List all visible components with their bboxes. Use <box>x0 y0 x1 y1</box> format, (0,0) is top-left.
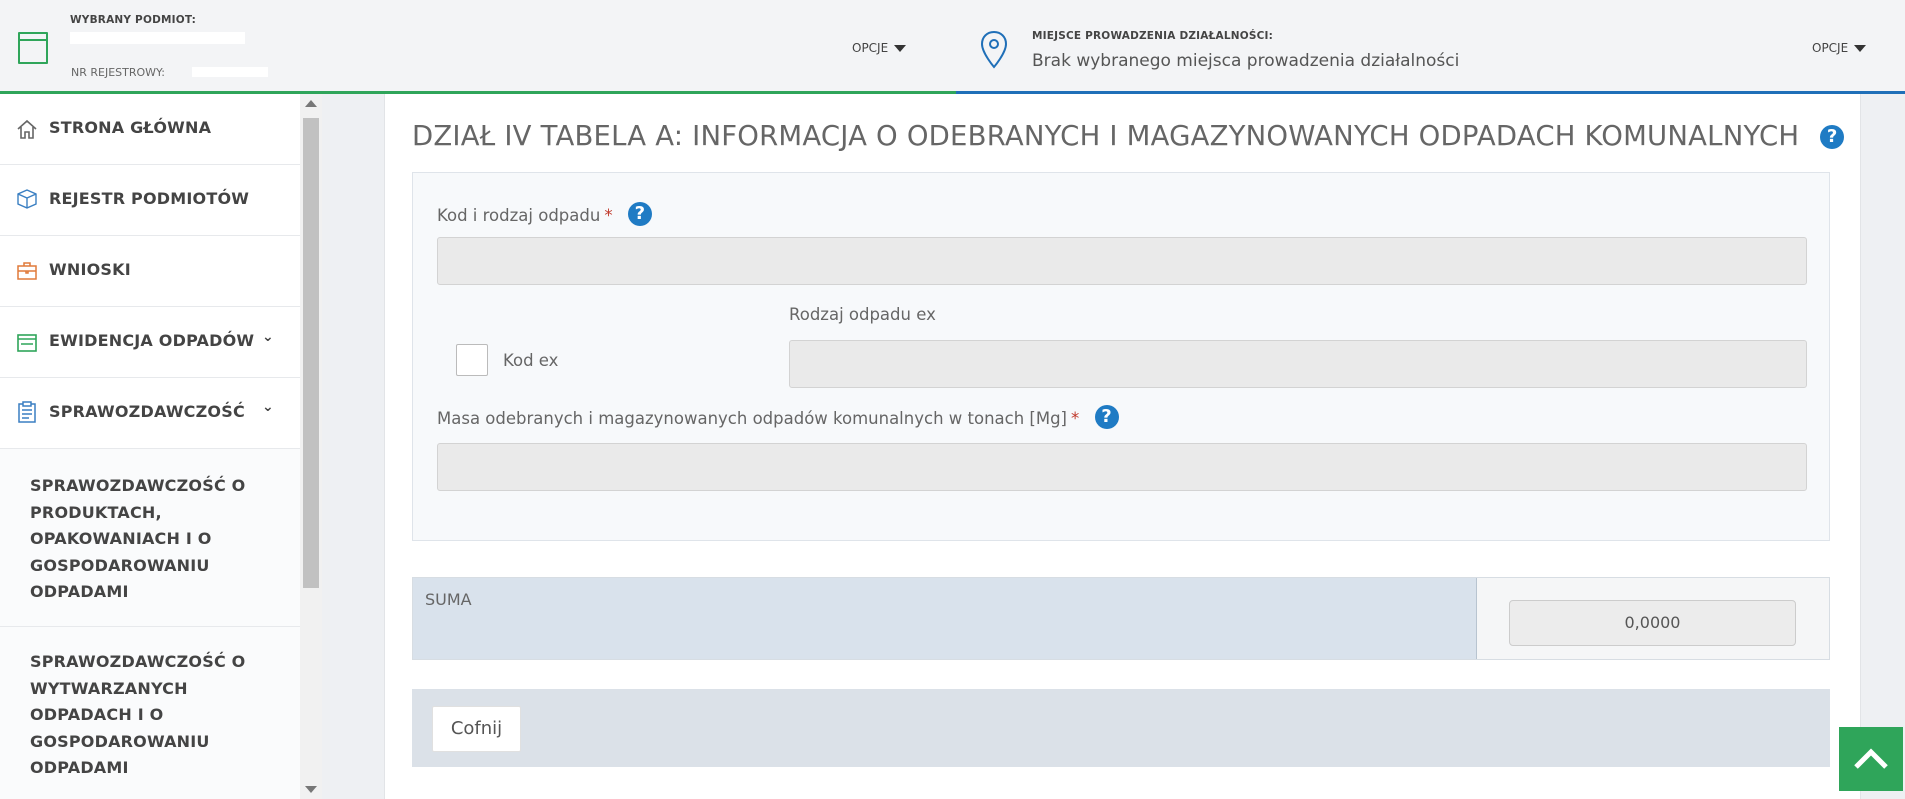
sidebar-item-label: STRONA GŁÓWNA <box>49 118 212 137</box>
sidebar-item-waste-records[interactable]: EWIDENCJA ODPADÓW ⌄ <box>0 307 300 378</box>
scrollbar-thumb[interactable] <box>303 118 319 588</box>
main-panel: DZIAŁ IV TABELA A: INFORMACJA O ODEBRANY… <box>384 94 1861 799</box>
business-location-value: Brak wybranego miejsca prowadzenia dział… <box>1032 51 1460 71</box>
top-bar: WYBRANY PODMIOT: NR REJESTROWY: OPCJE MI… <box>0 0 1905 94</box>
sidebar-item-applications[interactable]: WNIOSKI <box>0 236 300 307</box>
business-location-label: MIEJSCE PROWADZENIA DZIAŁALNOŚCI: <box>1032 30 1274 42</box>
waste-code-input[interactable] <box>437 237 1807 285</box>
kod-ex-checkbox[interactable] <box>456 344 488 376</box>
mass-label-text: Masa odebranych i magazynowanych odpadów… <box>437 409 1067 428</box>
selected-subject-panel: WYBRANY PODMIOT: NR REJESTROWY: OPCJE <box>0 10 956 94</box>
briefcase-icon <box>17 262 37 280</box>
form-actions-bar: Cofnij <box>412 689 1830 767</box>
sum-row: SUMA 0,0000 <box>412 577 1830 660</box>
waste-form: Kod i rodzaj odpadu * ? Rodzaj odpadu ex … <box>412 172 1830 541</box>
sidebar-subitem-label: SPRAWOZDAWCZOŚĆ O WYTWARZANYCH ODPADACH … <box>30 652 246 777</box>
kod-ex-label: Kod ex <box>503 351 559 370</box>
waste-code-label: Kod i rodzaj odpadu * ? <box>437 201 652 226</box>
register-number-label: NR REJESTROWY: <box>71 66 165 79</box>
mass-input[interactable] <box>437 443 1807 491</box>
sidebar-item-label: WNIOSKI <box>49 260 131 279</box>
entity-card-icon <box>18 32 48 64</box>
help-icon[interactable]: ? <box>1094 404 1119 429</box>
waste-code-label-text: Kod i rodzaj odpadu <box>437 206 601 225</box>
required-mark: * <box>604 206 613 225</box>
sidebar: STRONA GŁÓWNA REJESTR PODMIOTÓW WNIOSKI … <box>0 94 300 799</box>
scroll-to-top-button[interactable] <box>1839 727 1903 791</box>
selected-subject-label: WYBRANY PODMIOT: <box>70 14 197 26</box>
chevron-up-icon <box>1854 748 1888 769</box>
location-options-label: OPCJE <box>1812 41 1849 55</box>
help-icon[interactable]: ? <box>1820 125 1845 149</box>
ex-waste-type-label: Rodzaj odpadu ex <box>789 305 936 324</box>
mass-label: Masa odebranych i magazynowanych odpadów… <box>437 404 1119 429</box>
page-title-text: DZIAŁ IV TABELA A: INFORMACJA O ODEBRANY… <box>412 120 1800 152</box>
location-options-button[interactable]: OPCJE <box>1812 41 1867 55</box>
selected-subject-value <box>70 32 245 44</box>
card-icon <box>17 334 37 352</box>
subject-options-label: OPCJE <box>852 41 889 55</box>
sidebar-scrollbar[interactable] <box>300 94 322 799</box>
page-title: DZIAŁ IV TABELA A: INFORMACJA O ODEBRANY… <box>412 120 1845 152</box>
chevron-down-icon: ⌄ <box>262 329 274 345</box>
caret-down-icon <box>894 45 907 52</box>
sum-value-field: 0,0000 <box>1509 600 1796 646</box>
chevron-down-icon: ⌄ <box>262 399 274 415</box>
sidebar-item-reporting[interactable]: SPRAWOZDAWCZOŚĆ ⌄ <box>0 378 300 449</box>
register-number-value <box>192 67 268 77</box>
sidebar-item-label: EWIDENCJA ODPADÓW <box>49 331 255 350</box>
subject-options-button[interactable]: OPCJE <box>852 41 907 55</box>
sidebar-subitem-products-packaging[interactable]: SPRAWOZDAWCZOŚĆ O PRODUKTACH, OPAKOWANIA… <box>0 449 300 627</box>
scroll-up-arrow-icon[interactable] <box>305 100 317 107</box>
scroll-down-arrow-icon[interactable] <box>305 786 317 793</box>
sidebar-subitem-generated-waste[interactable]: SPRAWOZDAWCZOŚĆ O WYTWARZANYCH ODPADACH … <box>0 627 300 799</box>
sidebar-subitem-label: SPRAWOZDAWCZOŚĆ O PRODUKTACH, OPAKOWANIA… <box>30 476 246 601</box>
required-mark: * <box>1071 409 1080 428</box>
business-location-panel: MIEJSCE PROWADZENIA DZIAŁALNOŚCI: Brak w… <box>956 10 1905 94</box>
sidebar-item-label: SPRAWOZDAWCZOŚĆ <box>49 402 245 421</box>
ex-waste-type-input[interactable] <box>789 340 1807 388</box>
sum-label-cell: SUMA <box>413 578 1477 659</box>
help-icon[interactable]: ? <box>627 201 652 226</box>
sidebar-item-entity-register[interactable]: REJESTR PODMIOTÓW <box>0 165 300 236</box>
home-icon <box>17 119 37 139</box>
clipboard-icon <box>18 401 36 423</box>
caret-down-icon <box>1854 45 1867 52</box>
sidebar-item-home[interactable]: STRONA GŁÓWNA <box>0 94 300 165</box>
cube-icon <box>17 189 37 209</box>
sum-label: SUMA <box>425 590 472 609</box>
back-button[interactable]: Cofnij <box>432 706 521 752</box>
sidebar-item-label: REJESTR PODMIOTÓW <box>49 189 250 208</box>
map-pin-icon <box>980 30 1008 69</box>
